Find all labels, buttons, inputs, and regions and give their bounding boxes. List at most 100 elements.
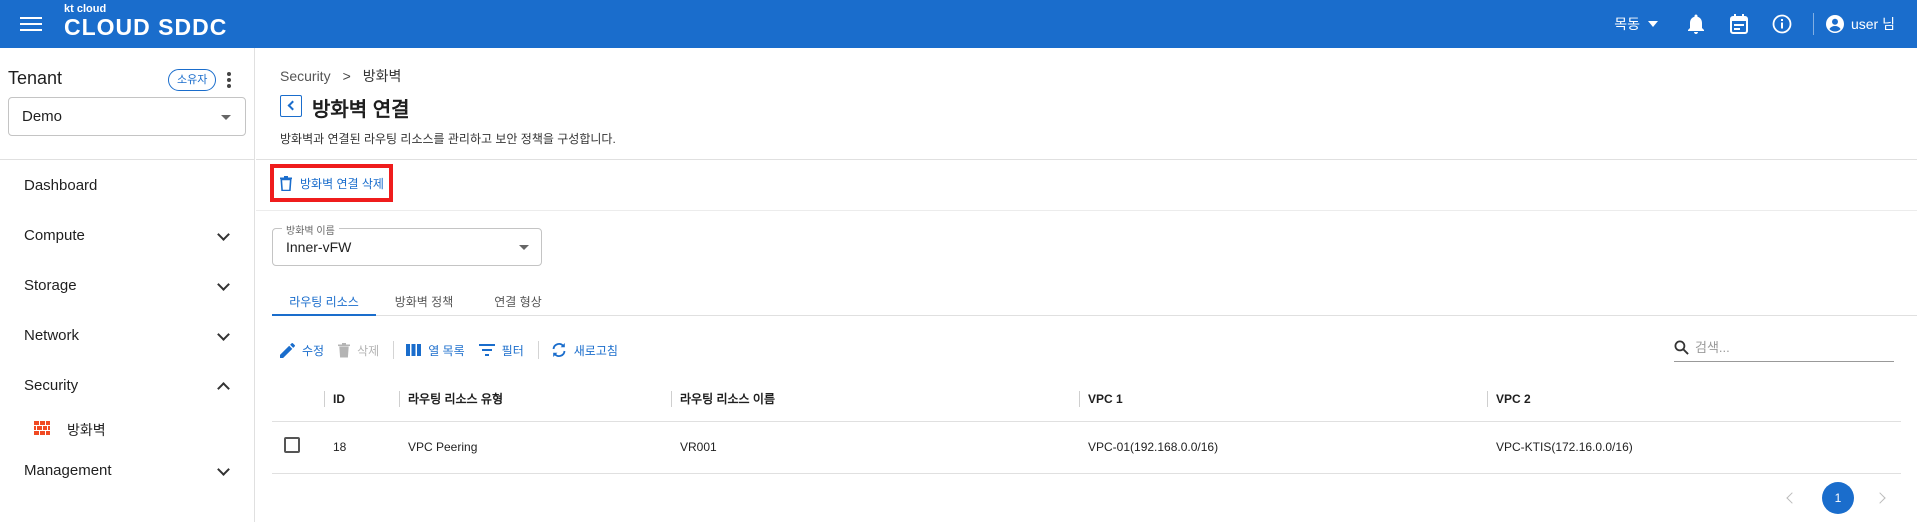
tab-firewall-policy[interactable]: 방화벽 정책 — [384, 286, 464, 316]
tab-connection-topology[interactable]: 연결 형상 — [478, 286, 558, 316]
refresh-icon — [552, 343, 566, 357]
routing-resource-table: ID 라우팅 리소스 유형 라우팅 리소스 이름 VPC 1 VPC 2 18 … — [272, 376, 1901, 474]
sidebar-subitem-label: 방화벽 — [67, 422, 106, 438]
filter-label: 필터 — [501, 343, 524, 358]
cell-id: 18 — [333, 440, 347, 454]
sidebar-item-dashboard[interactable]: Dashboard — [0, 168, 254, 204]
breadcrumb-current: 방화벽 — [362, 68, 402, 84]
filter-button[interactable]: 필터 — [478, 342, 524, 359]
top-app-bar: kt cloud CLOUD SDDC 목동 user 님 — [0, 0, 1917, 48]
sidebar-item-label: Dashboard — [24, 177, 98, 194]
chevron-down-icon — [217, 328, 230, 341]
page-number[interactable]: 1 — [1822, 482, 1854, 514]
refresh-label: 새로고침 — [573, 343, 618, 358]
sidebar-item-label: Storage — [24, 277, 77, 294]
cell-vpc1: VPC-01(192.168.0.0/16) — [1088, 440, 1219, 454]
chevron-left-icon[interactable] — [1786, 492, 1798, 504]
breadcrumb: Security > 방화벽 — [280, 66, 401, 86]
toolbar-divider — [537, 341, 539, 359]
search-box — [1674, 334, 1894, 362]
more-vert-icon[interactable] — [222, 70, 236, 90]
delete-label: 삭제 — [357, 343, 380, 358]
caret-down-icon — [1647, 21, 1658, 27]
caret-down-icon — [221, 115, 231, 120]
chevron-down-icon — [217, 278, 230, 291]
divider — [256, 159, 1917, 160]
cell-vpc2: VPC-KTIS(172.16.0.0/16) — [1496, 440, 1633, 454]
user-label: user 님 — [1850, 16, 1895, 32]
sidebar-item-storage[interactable]: Storage — [0, 268, 254, 304]
info-icon[interactable] — [1770, 12, 1794, 36]
page-title: 방화벽 연결 — [312, 99, 410, 121]
column-header-id[interactable]: ID — [324, 391, 345, 407]
sidebar-subitem-firewall[interactable]: 방화벽 — [0, 413, 254, 443]
divider — [256, 210, 1917, 211]
sidebar-item-security[interactable]: Security — [0, 368, 254, 404]
trash-icon — [338, 342, 351, 357]
logo-title: CLOUD SDDC — [64, 14, 228, 40]
topbar-actions: 목동 user 님 — [1614, 0, 1917, 48]
sidebar: Tenant 소유자 Demo Dashboard Compute Storag… — [0, 48, 255, 522]
tenant-select-value: Demo — [22, 108, 63, 125]
column-header-name[interactable]: 라우팅 리소스 이름 — [671, 391, 775, 407]
chevron-down-icon — [217, 228, 230, 241]
column-header-vpc1[interactable]: VPC 1 — [1079, 391, 1123, 407]
view-column-icon — [406, 344, 422, 356]
firewall-select-value: Inner-vFW — [286, 239, 352, 255]
row-checkbox[interactable] — [284, 437, 300, 453]
delete-connection-label: 방화벽 연결 삭제 — [300, 176, 384, 191]
chevron-left-icon — [287, 100, 298, 111]
column-header-vpc2[interactable]: VPC 2 — [1487, 391, 1531, 407]
edit-label: 수정 — [302, 343, 325, 358]
sidebar-item-label: Network — [24, 327, 80, 344]
user-menu[interactable]: user 님 — [1825, 14, 1895, 34]
toolbar-divider — [393, 341, 395, 359]
app-logo[interactable]: kt cloud CLOUD SDDC — [64, 4, 227, 39]
tenant-title: Tenant — [8, 68, 63, 88]
sidebar-item-compute[interactable]: Compute — [0, 218, 254, 254]
sidebar-item-label: Management — [24, 462, 112, 479]
table-header: ID 라우팅 리소스 유형 라우팅 리소스 이름 VPC 1 VPC 2 — [272, 376, 1901, 422]
pencil-icon — [280, 342, 295, 358]
tenant-select[interactable]: Demo — [8, 97, 246, 136]
firewall-select-legend: 방화벽 이름 — [282, 222, 339, 237]
caret-down-icon — [519, 245, 529, 250]
calendar-icon[interactable] — [1727, 12, 1751, 36]
columns-label: 열 목록 — [428, 343, 465, 358]
chevron-down-icon — [217, 463, 230, 476]
column-header-type[interactable]: 라우팅 리소스 유형 — [399, 391, 503, 407]
refresh-button[interactable]: 새로고침 — [551, 342, 618, 359]
filter-list-icon — [478, 344, 495, 356]
sidebar-item-label: Compute — [24, 227, 85, 244]
pagination: 1 — [1786, 482, 1886, 514]
breadcrumb-separator: > — [342, 68, 351, 84]
region-select[interactable]: 목동 — [1614, 14, 1658, 34]
page-description: 방화벽과 연결된 라우팅 리소스를 관리하고 보안 정책을 구성합니다. — [280, 132, 616, 146]
search-icon — [1674, 340, 1689, 355]
table-toolbar: 수정 삭제 열 목록 필터 새로고침 — [280, 338, 632, 362]
firewall-icon — [34, 421, 50, 440]
topbar-divider — [1812, 13, 1814, 35]
firewall-name-select[interactable]: 방화벽 이름 Inner-vFW — [272, 222, 542, 266]
chevron-up-icon — [217, 382, 230, 395]
search-input[interactable] — [1695, 340, 1875, 355]
columns-button[interactable]: 열 목록 — [406, 342, 465, 359]
sidebar-item-network[interactable]: Network — [0, 318, 254, 354]
bell-icon[interactable] — [1684, 12, 1708, 36]
delete-button[interactable]: 삭제 — [338, 342, 379, 359]
breadcrumb-root[interactable]: Security — [280, 68, 331, 84]
menu-icon[interactable] — [20, 14, 42, 34]
delete-connection-button[interactable]: 방화벽 연결 삭제 — [270, 164, 393, 202]
back-button[interactable] — [280, 95, 302, 117]
region-label: 목동 — [1614, 16, 1640, 32]
tab-routing-resources[interactable]: 라우팅 리소스 — [272, 286, 376, 316]
table-row[interactable]: 18 VPC Peering VR001 VPC-01(192.168.0.0/… — [272, 422, 1901, 474]
edit-button[interactable]: 수정 — [280, 342, 324, 359]
sidebar-item-label: Security — [24, 377, 79, 394]
cell-name: VR001 — [680, 440, 717, 454]
main-content: Security > 방화벽 방화벽 연결 방화벽과 연결된 라우팅 리소스를 … — [256, 48, 1917, 522]
trash-icon — [280, 175, 292, 191]
chevron-right-icon[interactable] — [1874, 492, 1886, 504]
sidebar-item-management[interactable]: Management — [0, 453, 254, 489]
sidebar-divider — [0, 159, 254, 160]
